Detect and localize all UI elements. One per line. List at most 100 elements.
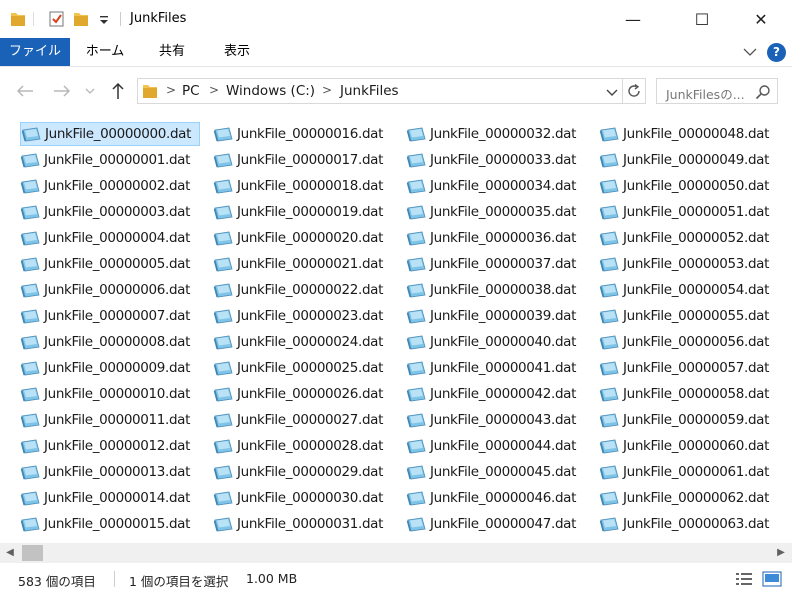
breadcrumb-separator[interactable]: > <box>166 83 176 97</box>
file-item[interactable]: JunkFile_00000058.dat <box>599 382 769 406</box>
tab-view[interactable]: 表示 <box>212 38 262 66</box>
large-icons-view-icon[interactable] <box>762 570 782 588</box>
scrollbar-thumb[interactable] <box>22 545 43 561</box>
help-icon[interactable]: ? <box>767 43 786 62</box>
file-item[interactable]: JunkFile_00000044.dat <box>406 434 576 458</box>
forward-arrow-icon[interactable] <box>50 79 74 103</box>
file-item[interactable]: JunkFile_00000059.dat <box>599 408 769 432</box>
file-item[interactable]: JunkFile_00000001.dat <box>20 148 190 172</box>
chevron-down-icon[interactable] <box>742 44 758 60</box>
up-arrow-icon[interactable] <box>106 79 130 103</box>
file-item[interactable]: JunkFile_00000016.dat <box>213 122 383 146</box>
file-item[interactable]: JunkFile_00000009.dat <box>20 356 190 380</box>
file-item[interactable]: JunkFile_00000048.dat <box>599 122 769 146</box>
file-item[interactable]: JunkFile_00000005.dat <box>20 252 190 276</box>
new-folder-icon[interactable] <box>73 10 89 30</box>
file-item[interactable]: JunkFile_00000037.dat <box>406 252 576 276</box>
file-item[interactable]: JunkFile_00000057.dat <box>599 356 769 380</box>
file-item[interactable]: JunkFile_00000007.dat <box>20 304 190 328</box>
file-item[interactable]: JunkFile_00000031.dat <box>213 512 383 536</box>
maximize-button[interactable]: ☐ <box>679 0 725 38</box>
file-item[interactable]: JunkFile_00000062.dat <box>599 486 769 510</box>
tab-share[interactable]: 共有 <box>146 38 198 66</box>
chevron-down-icon[interactable] <box>99 11 109 31</box>
file-item[interactable]: JunkFile_00000027.dat <box>213 408 383 432</box>
file-item[interactable]: JunkFile_00000046.dat <box>406 486 576 510</box>
dat-file-icon <box>213 179 237 194</box>
search-input[interactable]: JunkFilesの... <box>656 78 778 104</box>
file-item[interactable]: JunkFile_00000042.dat <box>406 382 576 406</box>
file-item[interactable]: JunkFile_00000036.dat <box>406 226 576 250</box>
file-item[interactable]: JunkFile_00000010.dat <box>20 382 190 406</box>
file-item[interactable]: JunkFile_00000053.dat <box>599 252 769 276</box>
file-item[interactable]: JunkFile_00000033.dat <box>406 148 576 172</box>
file-item[interactable]: JunkFile_00000038.dat <box>406 278 576 302</box>
file-item[interactable]: JunkFile_00000025.dat <box>213 356 383 380</box>
file-item[interactable]: JunkFile_00000002.dat <box>20 174 190 198</box>
tab-file[interactable]: ファイル <box>0 38 70 66</box>
file-item[interactable]: JunkFile_00000011.dat <box>20 408 190 432</box>
breadcrumb-drive[interactable]: Windows (C:) <box>226 83 315 99</box>
file-item[interactable]: JunkFile_00000019.dat <box>213 200 383 224</box>
file-item[interactable]: JunkFile_00000029.dat <box>213 460 383 484</box>
file-item[interactable]: JunkFile_00000039.dat <box>406 304 576 328</box>
file-item[interactable]: JunkFile_00000008.dat <box>20 330 190 354</box>
file-item[interactable]: JunkFile_00000018.dat <box>213 174 383 198</box>
file-item[interactable]: JunkFile_00000017.dat <box>213 148 383 172</box>
file-item[interactable]: JunkFile_00000030.dat <box>213 486 383 510</box>
refresh-icon[interactable] <box>626 83 642 102</box>
details-view-icon[interactable] <box>734 570 754 588</box>
file-item[interactable]: JunkFile_00000063.dat <box>599 512 769 536</box>
chevron-down-icon[interactable] <box>83 79 97 103</box>
file-item[interactable]: JunkFile_00000026.dat <box>213 382 383 406</box>
file-item[interactable]: JunkFile_00000054.dat <box>599 278 769 302</box>
scroll-left-icon[interactable]: ◀ <box>3 547 17 559</box>
file-item[interactable]: JunkFile_00000022.dat <box>213 278 383 302</box>
file-item[interactable]: JunkFile_00000004.dat <box>20 226 190 250</box>
file-item[interactable]: JunkFile_00000013.dat <box>20 460 190 484</box>
file-item[interactable]: JunkFile_00000028.dat <box>213 434 383 458</box>
address-bar[interactable]: > PC > Windows (C:) > JunkFiles <box>137 78 646 104</box>
close-button[interactable]: ✕ <box>738 0 784 38</box>
file-item[interactable]: JunkFile_00000052.dat <box>599 226 769 250</box>
file-name: JunkFile_00000026.dat <box>237 386 384 402</box>
file-item[interactable]: JunkFile_00000006.dat <box>20 278 190 302</box>
breadcrumb-junkfiles[interactable]: JunkFiles <box>340 83 399 99</box>
file-item[interactable]: JunkFile_00000047.dat <box>406 512 576 536</box>
breadcrumb-pc[interactable]: PC <box>182 83 200 99</box>
properties-icon[interactable] <box>48 10 66 30</box>
breadcrumb-separator[interactable]: > <box>322 83 332 97</box>
tab-home[interactable]: ホーム <box>78 38 132 66</box>
file-item[interactable]: JunkFile_00000043.dat <box>406 408 576 432</box>
breadcrumb-separator[interactable]: > <box>209 83 219 97</box>
file-item[interactable]: JunkFile_00000055.dat <box>599 304 769 328</box>
back-arrow-icon[interactable] <box>13 79 37 103</box>
file-item[interactable]: JunkFile_00000015.dat <box>20 512 190 536</box>
file-item[interactable]: JunkFile_00000050.dat <box>599 174 769 198</box>
file-item[interactable]: JunkFile_00000056.dat <box>599 330 769 354</box>
file-item[interactable]: JunkFile_00000024.dat <box>213 330 383 354</box>
file-item[interactable]: JunkFile_00000014.dat <box>20 486 190 510</box>
file-item[interactable]: JunkFile_00000045.dat <box>406 460 576 484</box>
file-item[interactable]: JunkFile_00000023.dat <box>213 304 383 328</box>
file-item[interactable]: JunkFile_00000000.dat <box>20 122 200 146</box>
horizontal-scrollbar[interactable]: ◀ ▶ <box>0 543 792 563</box>
file-item[interactable]: JunkFile_00000060.dat <box>599 434 769 458</box>
dat-file-icon <box>599 309 623 324</box>
file-item[interactable]: JunkFile_00000020.dat <box>213 226 383 250</box>
file-item[interactable]: JunkFile_00000049.dat <box>599 148 769 172</box>
file-item[interactable]: JunkFile_00000040.dat <box>406 330 576 354</box>
file-item[interactable]: JunkFile_00000012.dat <box>20 434 190 458</box>
file-item[interactable]: JunkFile_00000021.dat <box>213 252 383 276</box>
search-icon[interactable] <box>755 84 771 100</box>
file-item[interactable]: JunkFile_00000034.dat <box>406 174 576 198</box>
scroll-right-icon[interactable]: ▶ <box>774 547 788 559</box>
file-item[interactable]: JunkFile_00000061.dat <box>599 460 769 484</box>
file-item[interactable]: JunkFile_00000035.dat <box>406 200 576 224</box>
file-item[interactable]: JunkFile_00000003.dat <box>20 200 190 224</box>
minimize-button[interactable]: — <box>610 0 656 38</box>
chevron-down-icon[interactable] <box>606 87 618 101</box>
file-item[interactable]: JunkFile_00000041.dat <box>406 356 576 380</box>
file-item[interactable]: JunkFile_00000051.dat <box>599 200 769 224</box>
file-item[interactable]: JunkFile_00000032.dat <box>406 122 576 146</box>
